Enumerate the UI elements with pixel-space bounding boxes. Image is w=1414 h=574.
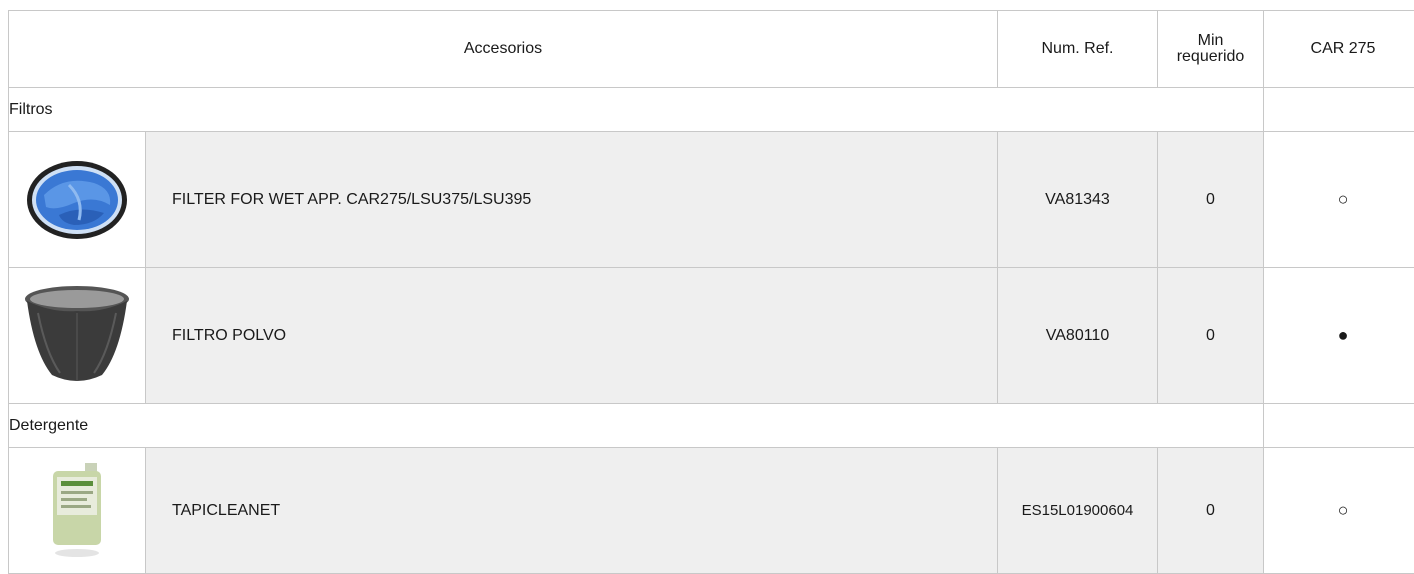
item-description: FILTRO POLVO	[146, 268, 998, 404]
category-label: Filtros	[9, 88, 1264, 132]
item-availability: ○	[1264, 448, 1414, 574]
item-min-required: 0	[1158, 448, 1264, 574]
item-description: TAPICLEANET	[146, 448, 998, 574]
category-row-detergente: Detergente	[9, 404, 1414, 448]
item-image-cell	[9, 268, 146, 404]
dust-filter-icon	[22, 283, 132, 388]
table-row: FILTRO POLVO VA80110 0 ●	[9, 268, 1414, 404]
category-label: Detergente	[9, 404, 1264, 448]
item-min-required: 0	[1158, 268, 1264, 404]
item-min-required: 0	[1158, 132, 1264, 268]
col-header-accessories: Accesorios	[9, 11, 998, 88]
item-ref: ES15L01900604	[998, 448, 1158, 574]
min-label-line2: requerido	[1177, 48, 1245, 65]
min-label-line1: Min	[1198, 32, 1224, 49]
item-image-cell	[9, 132, 146, 268]
detergent-bottle-icon	[47, 461, 107, 561]
col-header-min-required: Min requerido	[1158, 11, 1264, 88]
accessories-table: Accesorios Num. Ref. Min requerido CAR 2…	[8, 10, 1414, 574]
item-ref: VA81343	[998, 132, 1158, 268]
category-empty-cell	[1264, 404, 1414, 448]
table-row: TAPICLEANET ES15L01900604 0 ○	[9, 448, 1414, 574]
item-ref: VA80110	[998, 268, 1158, 404]
col-header-ref: Num. Ref.	[998, 11, 1158, 88]
item-availability: ○	[1264, 132, 1414, 268]
category-row-filtros: Filtros	[9, 88, 1414, 132]
item-image-cell	[9, 448, 146, 574]
table-header-row: Accesorios Num. Ref. Min requerido CAR 2…	[9, 11, 1414, 88]
wet-filter-icon	[24, 155, 130, 245]
item-description: FILTER FOR WET APP. CAR275/LSU375/LSU395	[146, 132, 998, 268]
col-header-model: CAR 275	[1264, 11, 1414, 88]
table-row: FILTER FOR WET APP. CAR275/LSU375/LSU395…	[9, 132, 1414, 268]
category-empty-cell	[1264, 88, 1414, 132]
item-availability: ●	[1264, 268, 1414, 404]
